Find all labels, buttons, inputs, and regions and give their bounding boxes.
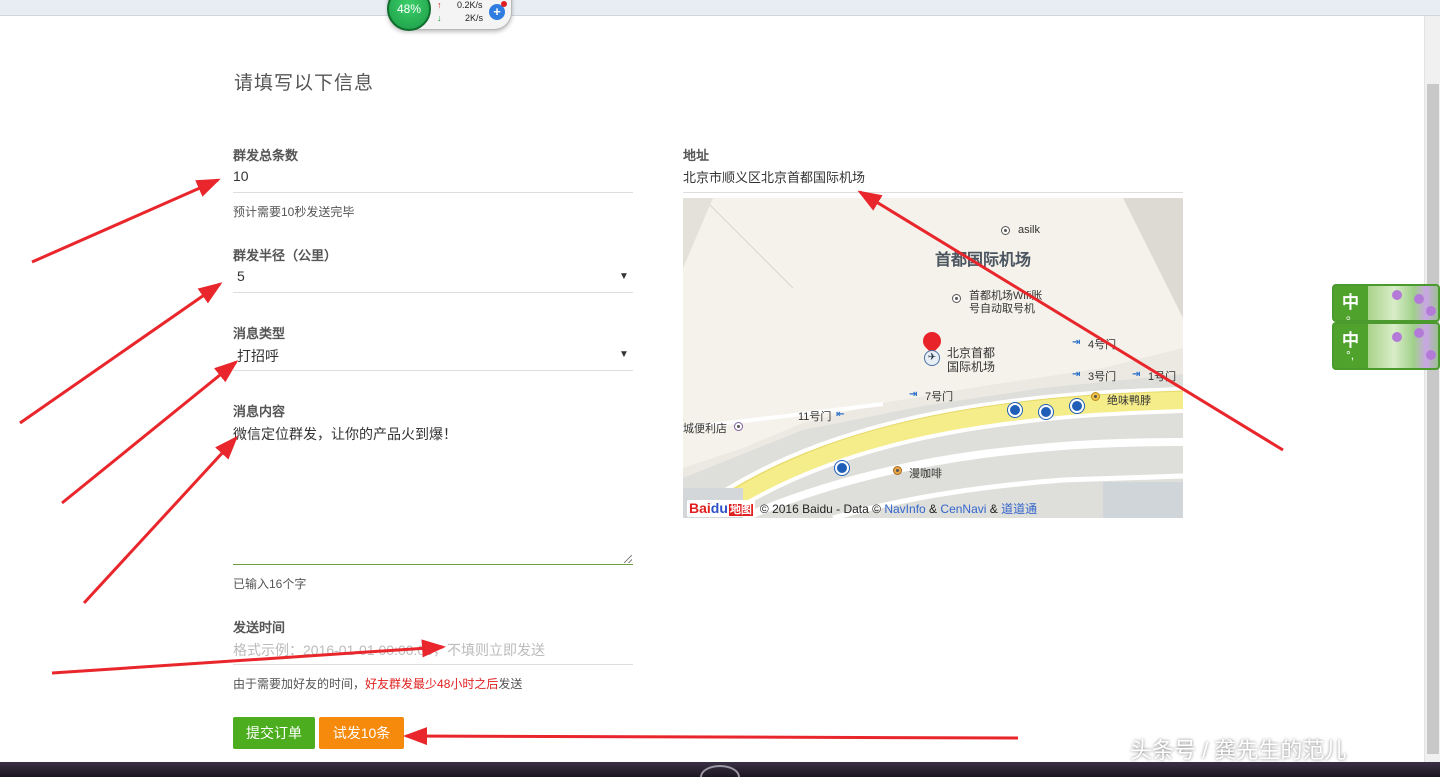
watermark: 头条号 / 龚先生的范儿 <box>1130 738 1347 763</box>
arrow-to-total-count <box>31 178 221 264</box>
arrow-to-message-content <box>82 435 239 605</box>
arrow-to-send-time <box>51 639 446 675</box>
annotation-arrows <box>19 178 1284 746</box>
arrow-to-radius <box>19 282 223 425</box>
arrow-to-address <box>857 190 1284 452</box>
arrow-to-trial-button <box>403 727 1019 746</box>
arrow-to-message-type <box>61 360 239 505</box>
